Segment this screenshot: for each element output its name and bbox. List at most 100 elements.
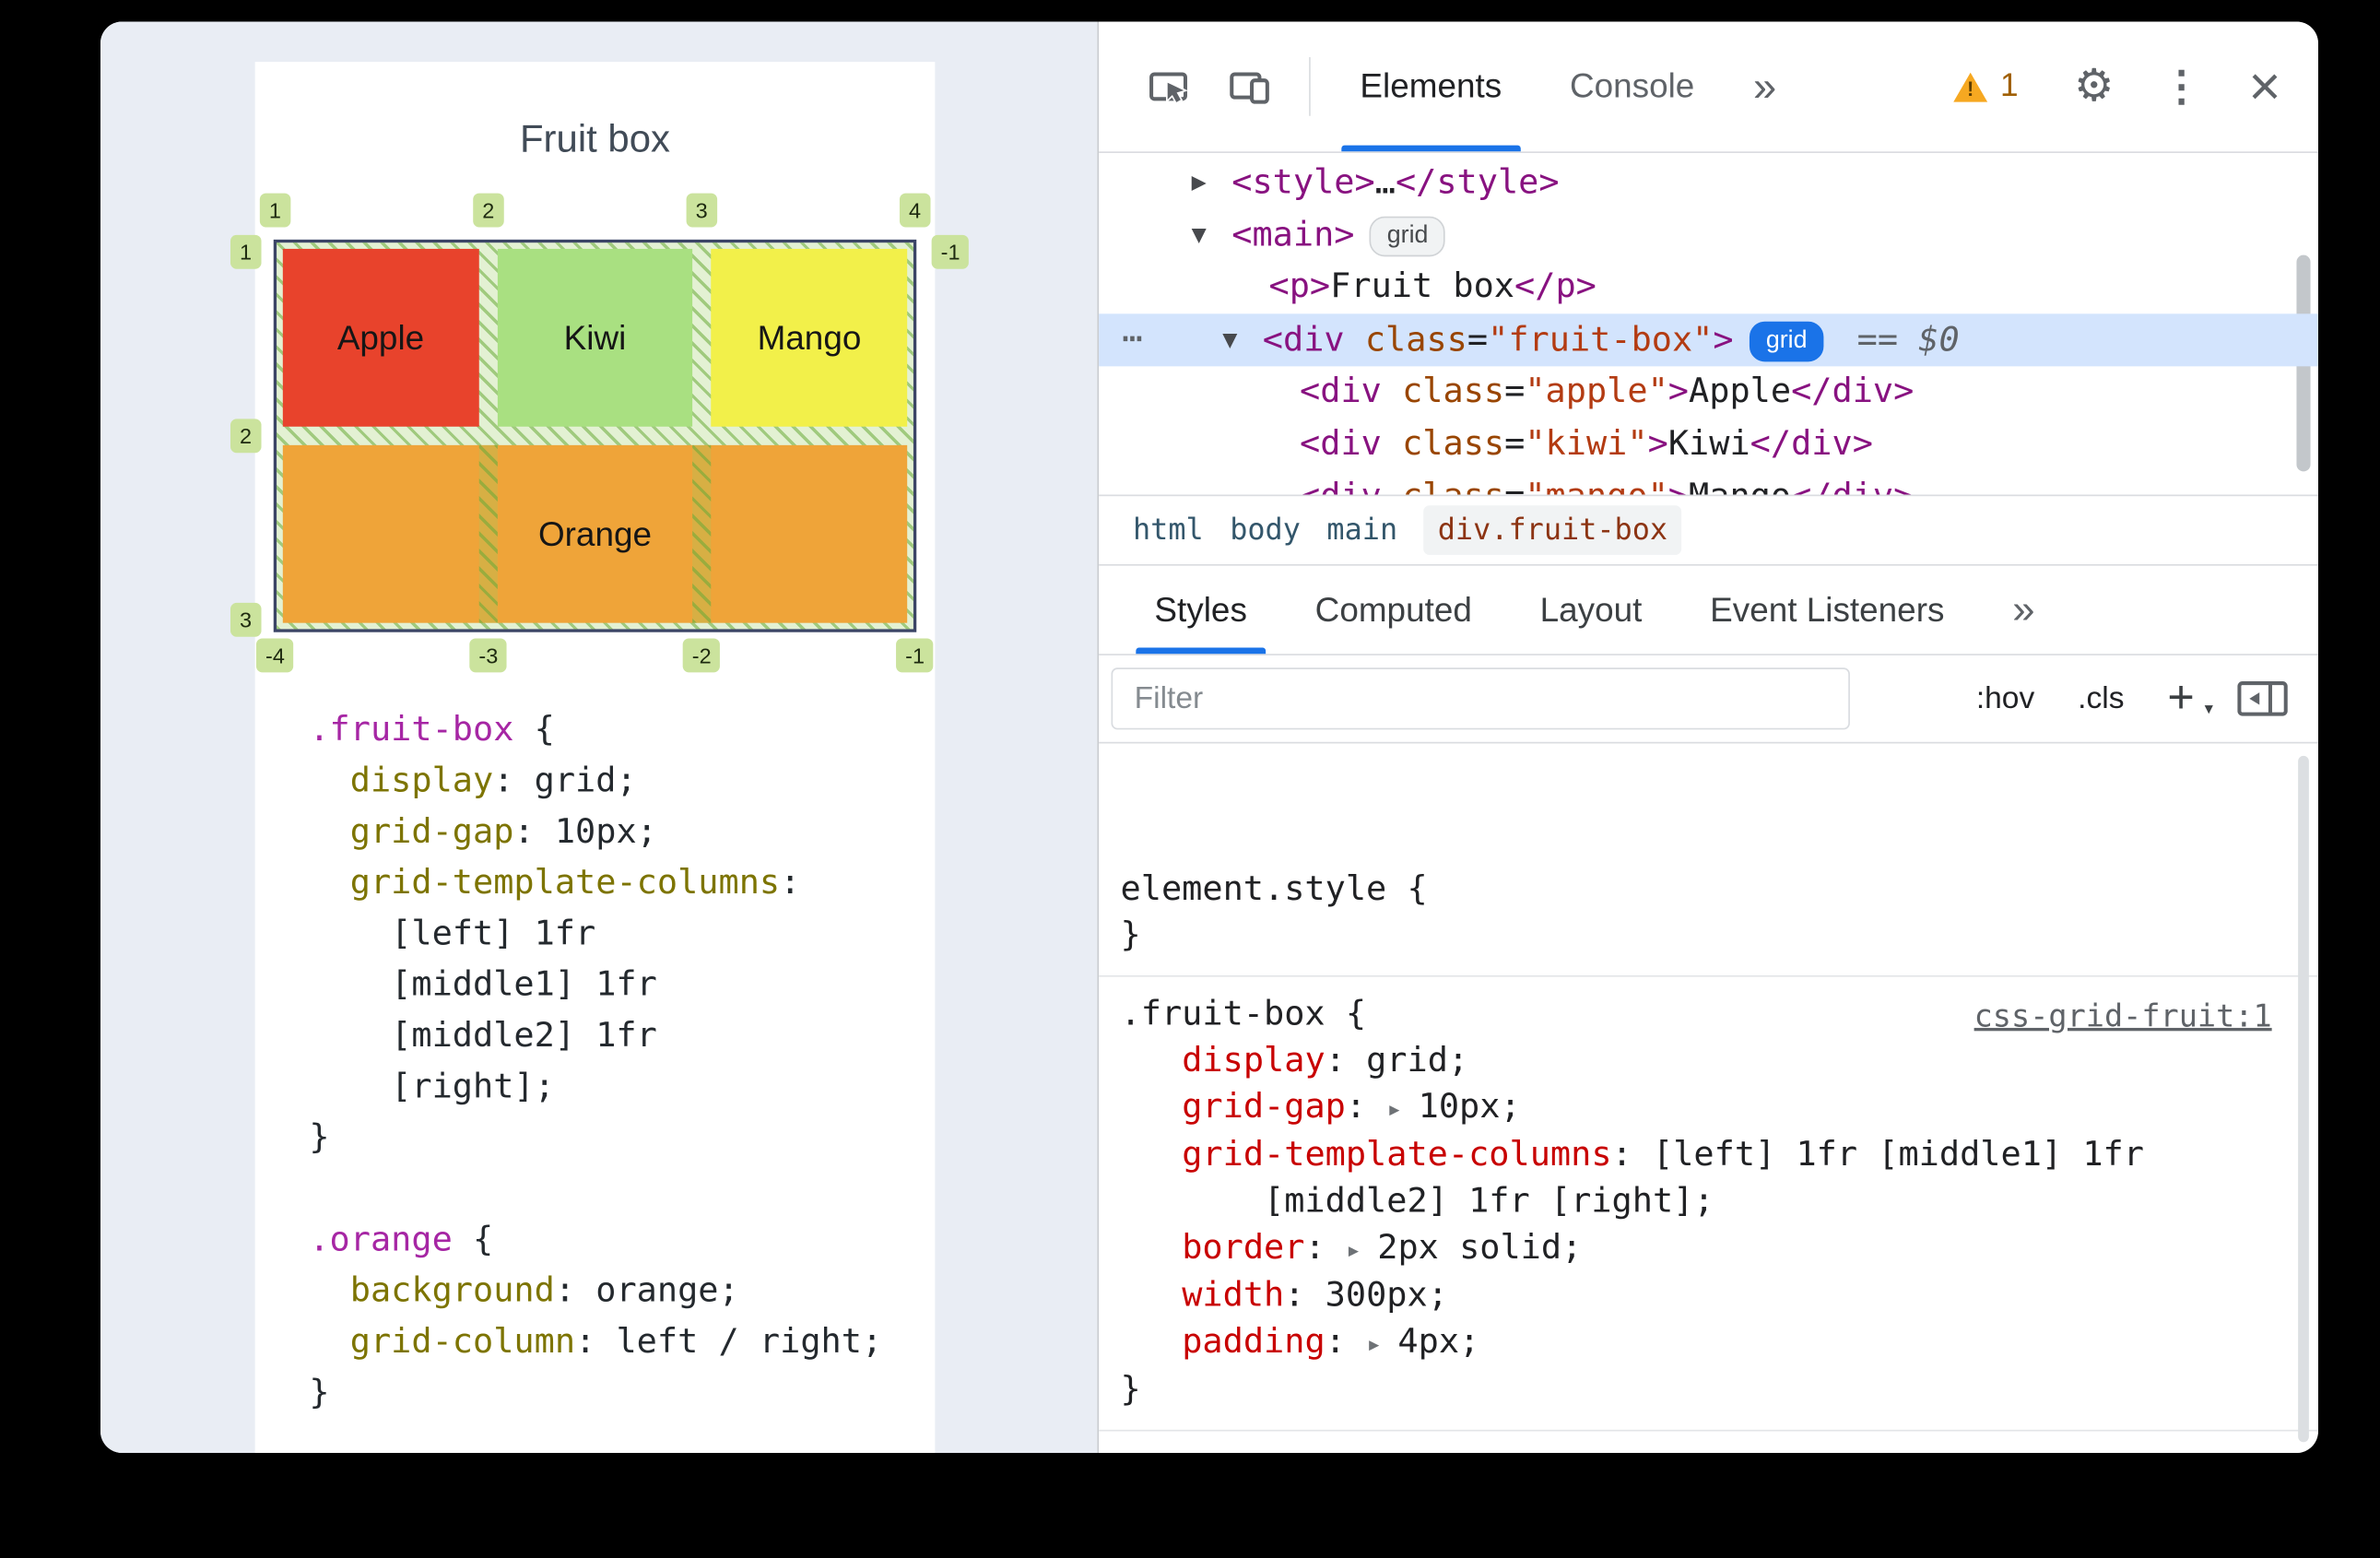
grid-cell-mango: Mango	[711, 248, 908, 427]
close-icon[interactable]: ×	[2248, 58, 2280, 114]
code-line: background: orange;	[349, 1271, 739, 1311]
grid-line-overlay	[692, 444, 712, 623]
style-line[interactable]: display: grid;	[1121, 1039, 2318, 1085]
style-line[interactable]: padding: ▸ 4px;	[1121, 1320, 2318, 1368]
style-line[interactable]: [middle2] 1fr [right];	[1121, 1179, 2318, 1225]
code-line: [left] 1fr	[309, 915, 596, 954]
grid-line-number: 1	[259, 193, 291, 228]
style-line[interactable]: element.style {	[1121, 868, 2318, 914]
code-line: .fruit-box {	[309, 711, 555, 750]
dom-row[interactable]: <div class="apple">Apple</div>	[1099, 366, 2318, 419]
page-content: Fruit box Apple Kiwi Mango Orange 1 2 3 4 -4 -3 -…	[230, 62, 970, 1454]
style-line[interactable]: .fruit-box {css-grid-fruit:1	[1121, 992, 2318, 1038]
breadcrumb-item[interactable]: html	[1133, 513, 1204, 548]
dom-row[interactable]: ⋯ ▼ <div class="fruit-box"> grid == $0	[1099, 313, 2318, 367]
breadcrumb: html body main div.fruit-box	[1099, 494, 2318, 566]
dom-row[interactable]: <div class="kiwi">Kiwi</div>	[1099, 419, 2318, 471]
breadcrumb-item[interactable]: main	[1326, 513, 1397, 548]
code-line: [middle2] 1fr	[309, 1017, 657, 1056]
issues-button[interactable]: 1	[1953, 67, 2019, 105]
plus-icon: +	[2167, 672, 2195, 724]
breadcrumb-item[interactable]: body	[1230, 513, 1301, 548]
devtools-toolbar: ElementsConsole » 1 ⚙ ⋮ ×	[1099, 21, 2318, 153]
dom-tree: ▶ <style>…</style> ▼ <main> grid <p>Fruit box…	[1099, 153, 2318, 495]
tab-styles[interactable]: Styles	[1121, 566, 1281, 655]
page-title: Fruit box	[519, 117, 671, 161]
style-line[interactable]: grid-template-columns: [left] 1fr [middl…	[1121, 1133, 2318, 1179]
code-line: grid-column: left / right;	[349, 1323, 883, 1363]
devtools-tabs: Elements Console	[1326, 21, 1729, 152]
style-line[interactable]: grid-gap: ▸ 10px;	[1121, 1085, 2318, 1133]
css-code-block: .fruit-box { display: grid; grid-gap: 10…	[309, 705, 882, 1420]
grid-cells: Apple Kiwi Mango Orange	[277, 242, 913, 629]
row-menu-icon[interactable]: ⋯	[1122, 313, 1142, 366]
grid-cell-kiwi: Kiwi	[497, 248, 693, 427]
grid-line-number: -3	[469, 638, 508, 673]
code-line: [right];	[309, 1068, 555, 1107]
code-line: }	[309, 1118, 330, 1158]
settings-icon[interactable]: ⚙	[2074, 64, 2115, 110]
filter-input[interactable]	[1111, 667, 1850, 730]
code-line: grid-gap: 10px;	[349, 812, 657, 852]
style-line[interactable]: }	[1121, 914, 2318, 960]
grid-cell-apple: Apple	[282, 248, 479, 427]
rule-divider	[1099, 1429, 2318, 1432]
warning-icon	[1953, 71, 1988, 101]
grid-line-number: 2	[473, 193, 504, 228]
dom-row[interactable]: ▼ <main> grid	[1099, 208, 2318, 261]
screenshot-stage: Fruit box Apple Kiwi Mango Orange 1 2 3 4 -4 -3 -…	[0, 0, 2380, 1558]
styles-filter-bar: :hov .cls +▾	[1099, 655, 2318, 744]
style-line[interactable]: div {user agent stylesheet	[1121, 1446, 2318, 1453]
style-line[interactable]: width: 300px;	[1121, 1274, 2318, 1320]
rule-divider	[1099, 974, 2318, 977]
code-line: }	[309, 1374, 330, 1413]
toolbar-separator	[1309, 57, 1311, 116]
page-pane: Fruit box Apple Kiwi Mango Orange 1 2 3 4 -4 -3 -…	[100, 21, 1098, 1454]
dom-row[interactable]: <div class="mango">Mango</div>	[1099, 471, 2318, 494]
new-style-rule-button[interactable]: + ▾	[2167, 672, 2213, 725]
code-line: .orange {	[309, 1221, 494, 1260]
inspect-icon[interactable]	[1145, 64, 1191, 110]
code-line: display: grid;	[349, 761, 637, 801]
code-line: [middle1] 1fr	[309, 965, 657, 1005]
device-toolbar-icon[interactable]	[1226, 64, 1272, 110]
sidebar-tabs: Styles Computed Layout Event Listeners»	[1099, 566, 2318, 655]
grid-line-overlay	[478, 444, 498, 623]
grid-line-number: 1	[230, 234, 262, 269]
more-tabs-icon[interactable]: »	[1728, 63, 1801, 111]
toggle-classes-button[interactable]: .cls	[2078, 681, 2124, 717]
code-line: grid-template-columns:	[349, 864, 801, 903]
grid-cell-orange: Orange	[282, 444, 908, 623]
fruit-box-grid: Apple Kiwi Mango Orange 1 2 3 4 -4 -3 -2 -1 1 2 3 -1	[230, 193, 970, 673]
tab-elements[interactable]: Elements	[1326, 21, 1537, 152]
grid-line-number: 4	[899, 193, 931, 228]
toggle-hover-button[interactable]: :hov	[1976, 681, 2034, 717]
rule-source[interactable]: css-grid-fruit:1	[1974, 992, 2272, 1040]
menu-icon[interactable]: ⋮	[2161, 65, 2202, 107]
dom-row[interactable]: <p>Fruit box</p>	[1099, 261, 2318, 313]
tab-console[interactable]: Console	[1536, 21, 1728, 151]
toggle-sidebar-icon[interactable]	[2234, 677, 2290, 720]
tab-layout[interactable]: Layout	[1506, 566, 1677, 655]
rule-source[interactable]: user agent stylesheet	[1881, 1446, 2272, 1453]
styles-pane: element.style {} .fruit-box {css-grid-fru…	[1099, 743, 2318, 1453]
grid-line-number: -4	[255, 638, 294, 673]
browser-window: Fruit box Apple Kiwi Mango Orange 1 2 3 4 -4 -3 -…	[100, 21, 2318, 1454]
chevron-down-icon: ▾	[2204, 700, 2213, 719]
dom-row[interactable]: ▶ <style>…</style>	[1099, 156, 2318, 208]
more-tabs-icon[interactable]: »	[1978, 566, 2068, 655]
tab-event-listeners[interactable]: Event Listeners	[1676, 566, 1978, 655]
grid-line-number: -1	[896, 638, 935, 673]
style-line[interactable]: border: ▸ 2px solid;	[1121, 1226, 2318, 1274]
warning-count: 1	[2000, 67, 2019, 104]
grid-line-number: -1	[931, 234, 970, 269]
style-line[interactable]: }	[1121, 1368, 2318, 1414]
grid-line-number: 3	[686, 193, 717, 228]
tab-computed[interactable]: Computed	[1281, 566, 1506, 655]
grid-line-number: 2	[230, 419, 262, 454]
grid-line-number: 3	[230, 602, 262, 637]
grid-line-number: -2	[682, 638, 721, 673]
breadcrumb-item[interactable]: div.fruit-box	[1423, 505, 1682, 555]
devtools-panel: ElementsConsole » 1 ⚙ ⋮ × ▶<style>…</sty…	[1097, 21, 2318, 1454]
